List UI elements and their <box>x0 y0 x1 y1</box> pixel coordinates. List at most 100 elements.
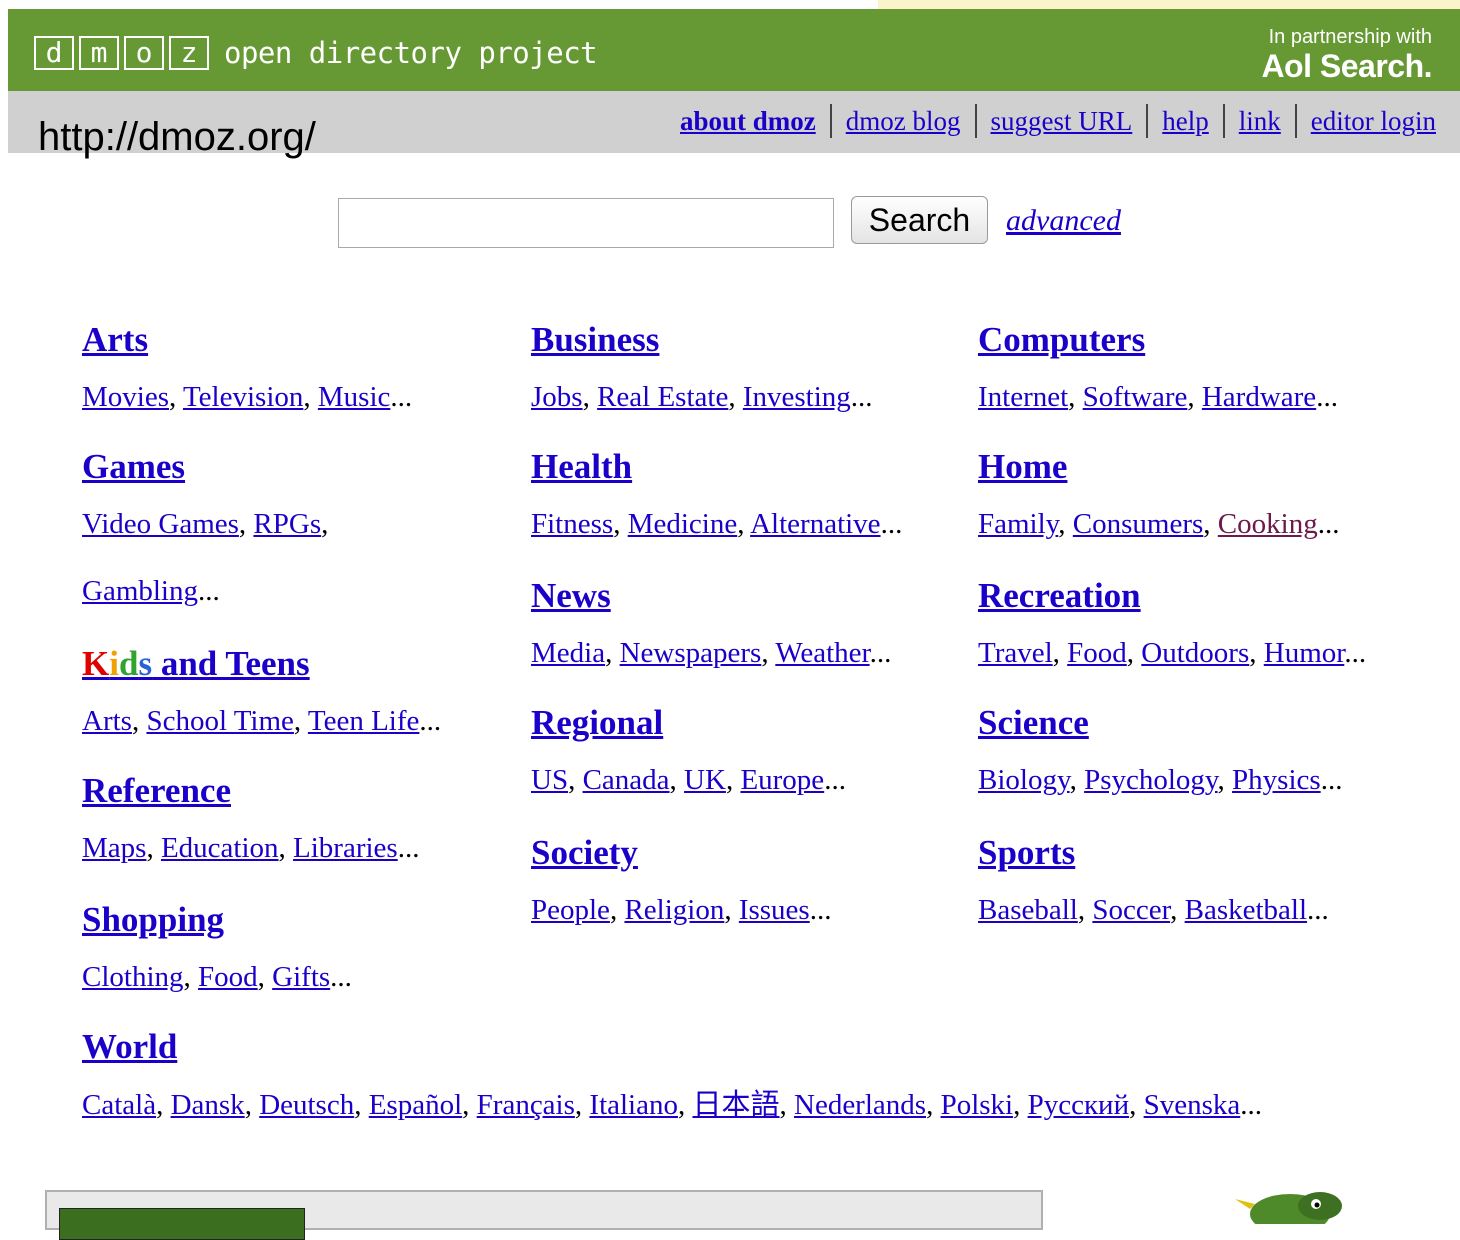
partner-line2: Aol Search. <box>1261 48 1432 84</box>
category-title[interactable]: Science <box>978 703 1089 743</box>
subcategory-link[interactable]: Newspapers <box>620 637 762 669</box>
subcategory-link[interactable]: Gifts <box>272 961 330 993</box>
subcategory-link[interactable]: Physics <box>1232 764 1321 796</box>
comma: , <box>725 764 734 796</box>
subcategory-link[interactable]: Travel <box>978 637 1053 669</box>
comma: , <box>278 832 286 864</box>
category-title[interactable]: World <box>82 1027 177 1067</box>
subcategory-link[interactable]: Canada <box>583 764 670 796</box>
comma: , <box>728 381 736 413</box>
comma: , <box>169 381 177 413</box>
subcategory-link[interactable]: Food <box>1067 637 1127 669</box>
category-title[interactable]: Games <box>82 447 185 487</box>
nav-about-dmoz[interactable]: about dmoz <box>666 104 830 138</box>
category-games: Games <box>82 447 185 487</box>
category-science: Science <box>978 703 1089 743</box>
nav-dmoz-blog[interactable]: dmoz blog <box>829 104 975 138</box>
subcategory-link[interactable]: Movies <box>82 381 169 413</box>
search-button[interactable]: Search <box>851 196 988 244</box>
category-title[interactable]: Sports <box>978 833 1075 873</box>
subcategory-link[interactable]: UK <box>684 764 726 796</box>
nav-suggest-url[interactable]: suggest URL <box>974 104 1147 138</box>
subcategory-link[interactable]: Hardware <box>1202 381 1316 413</box>
subcategory-link[interactable]: Investing <box>743 381 851 413</box>
subcategory-link[interactable]: Food <box>198 961 258 993</box>
subcategory-link[interactable]: Fitness <box>531 508 613 540</box>
subcategory-link[interactable]: Libraries <box>293 832 398 864</box>
language-link[interactable]: Español <box>369 1089 462 1121</box>
subcategory-link[interactable]: Teen Life <box>308 705 419 737</box>
advanced-search-link[interactable]: advanced <box>1006 204 1121 238</box>
category-title[interactable]: Recreation <box>978 576 1141 616</box>
comma: , <box>257 961 265 993</box>
category-title[interactable]: Kids and Teens <box>82 644 310 684</box>
category-title[interactable]: Health <box>531 447 632 487</box>
nav-help[interactable]: help <box>1146 104 1223 138</box>
category-title[interactable]: Computers <box>978 320 1145 360</box>
category-title[interactable]: Home <box>978 447 1067 487</box>
subcategory-link[interactable]: Soccer <box>1092 894 1170 926</box>
category-title[interactable]: Regional <box>531 703 663 743</box>
language-link[interactable]: Svenska <box>1144 1089 1241 1121</box>
subcategory-link-visited[interactable]: Cooking <box>1218 508 1318 540</box>
subcategory-link[interactable]: Biology <box>978 764 1070 796</box>
language-link[interactable]: Polski <box>941 1089 1014 1121</box>
subcategory-link[interactable]: Consumers <box>1073 508 1204 540</box>
subcategory-link[interactable]: School Time <box>146 705 293 737</box>
subcategory-link[interactable]: Baseball <box>978 894 1078 926</box>
subcategory-link[interactable]: Alternative <box>750 508 880 540</box>
subcategory-link[interactable]: Clothing <box>82 961 184 993</box>
language-link[interactable]: Dansk <box>171 1089 245 1121</box>
language-link[interactable]: Русский <box>1028 1089 1130 1121</box>
nav-link[interactable]: link <box>1222 104 1295 138</box>
category-title[interactable]: Arts <box>82 320 148 360</box>
become-editor-button[interactable] <box>59 1208 305 1240</box>
subcategory-link[interactable]: Real Estate <box>597 381 728 413</box>
subcategory-link[interactable]: Issues <box>739 894 810 926</box>
subcategory-link[interactable]: Humor <box>1264 637 1345 669</box>
subcategory-link[interactable]: Psychology <box>1084 764 1217 796</box>
category-title[interactable]: Reference <box>82 771 231 811</box>
subcategory-link[interactable]: Religion <box>624 894 724 926</box>
subcategories-recreation: Travel, Food, Outdoors, Humor... <box>978 636 1366 670</box>
subcategory-link[interactable]: Europe <box>740 764 824 796</box>
subcategory-link[interactable]: People <box>531 894 610 926</box>
search-input[interactable] <box>338 198 834 248</box>
kids-letter-k: K <box>82 644 110 683</box>
category-title[interactable]: Shopping <box>82 900 224 940</box>
subcategories-home: Family, Consumers, Cooking... <box>978 507 1339 541</box>
subcategory-link[interactable]: RPGs <box>253 508 321 540</box>
comma: , <box>146 832 154 864</box>
category-title[interactable]: Society <box>531 833 638 873</box>
subcategory-link[interactable]: Music <box>318 381 391 413</box>
category-title[interactable]: Business <box>531 320 659 360</box>
subcategory-link[interactable]: Television <box>183 381 303 413</box>
aol-partner-badge[interactable]: In partnership with Aol Search. <box>1261 25 1432 83</box>
subcategory-link[interactable]: Education <box>161 832 279 864</box>
subcategory-link[interactable]: Family <box>978 508 1058 540</box>
subcategory-link[interactable]: Internet <box>978 381 1068 413</box>
subcategory-link[interactable]: Outdoors <box>1141 637 1249 669</box>
language-link[interactable]: Nederlands <box>794 1089 926 1121</box>
category-title[interactable]: News <box>531 576 611 616</box>
subcategory-link[interactable]: Jobs <box>531 381 583 413</box>
subcategory-link[interactable]: Media <box>531 637 605 669</box>
nav-editor-login[interactable]: editor login <box>1294 104 1450 138</box>
language-link[interactable]: Català <box>82 1089 156 1121</box>
subcategory-link[interactable]: Medicine <box>628 508 738 540</box>
subcategory-link[interactable]: Basketball <box>1185 894 1307 926</box>
language-link[interactable]: Italiano <box>589 1089 678 1121</box>
subcategory-link[interactable]: Weather <box>775 637 869 669</box>
subcategory-link[interactable]: Maps <box>82 832 146 864</box>
subcategory-link[interactable]: Software <box>1083 381 1188 413</box>
language-link[interactable]: Deutsch <box>259 1089 354 1121</box>
subcategories-regional: US, Canada, UK, Europe... <box>531 763 846 797</box>
dmoz-logo[interactable]: d m o z open directory project <box>34 36 598 70</box>
subcategory-link[interactable]: Video Games <box>82 508 239 540</box>
language-link[interactable]: Français <box>477 1089 575 1121</box>
language-link[interactable]: 日本語 <box>692 1089 779 1121</box>
subcategory-link[interactable]: Arts <box>82 705 132 737</box>
subcategory-link[interactable]: Gambling <box>82 575 198 607</box>
ellipsis: ... <box>397 832 420 864</box>
subcategory-link[interactable]: US <box>531 764 568 796</box>
